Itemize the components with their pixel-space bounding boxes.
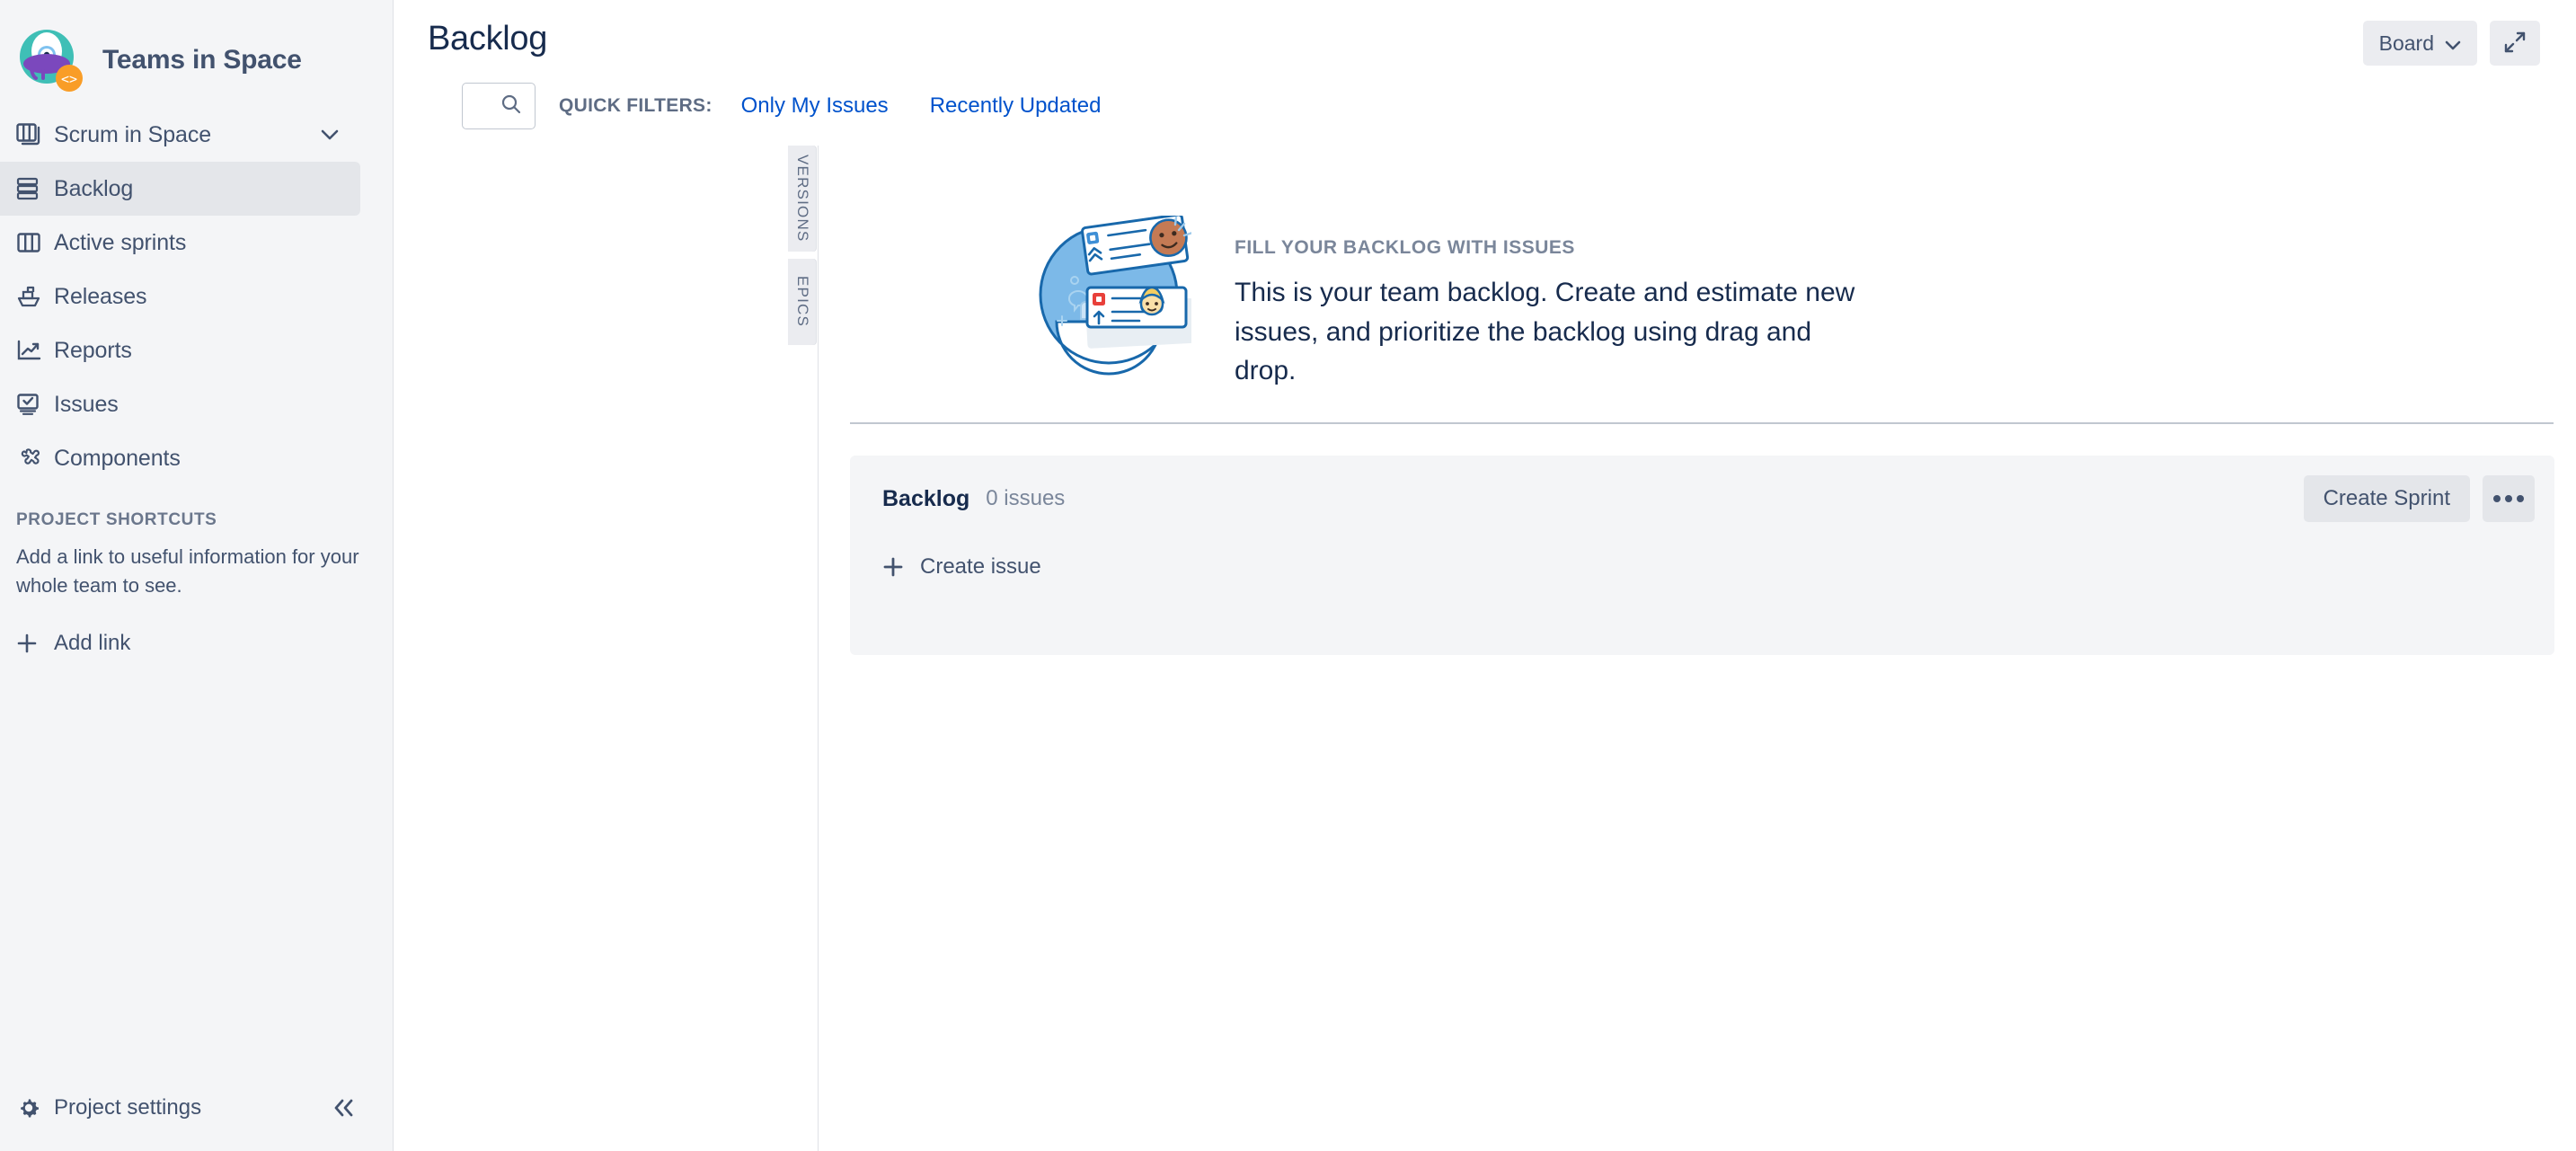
board-stack-icon (16, 122, 54, 147)
gear-icon (16, 1095, 54, 1120)
backlog-panel-title: Backlog (882, 485, 970, 511)
sidebar-item-components[interactable]: Components (0, 431, 360, 485)
tab-epics-label: EPICS (794, 276, 811, 328)
quick-filter-only-my-issues[interactable]: Only My Issues (741, 93, 889, 119)
sidebar-header: <> Teams in Space (0, 0, 393, 101)
empty-state: FILL YOUR BACKLOG WITH ISSUES This is yo… (819, 146, 2576, 391)
backlog-panel: Backlog 0 issues Create Sprint Create is… (850, 456, 2554, 655)
project-shortcuts-heading: PROJECT SHORTCUTS (16, 510, 217, 529)
sidebar-nav: Scrum in Space Backlog Active sprints Re… (0, 101, 393, 485)
board-switcher-label: Board (2378, 31, 2434, 55)
sidebar-project-switcher-label: Scrum in Space (54, 121, 212, 147)
backlog-more-menu-button[interactable] (2483, 475, 2535, 522)
project-settings-label: Project settings (54, 1095, 202, 1120)
board-switcher-button[interactable]: Board (2362, 21, 2477, 66)
chevrons-left-icon[interactable] (332, 1098, 357, 1118)
project-avatar: <> (16, 26, 84, 94)
create-issue-label: Create issue (920, 554, 1041, 579)
search-input[interactable] (462, 83, 536, 129)
backlog-issue-count: 0 issues (986, 486, 1066, 510)
backlog-cards-illustration (1030, 213, 1196, 377)
ellipsis-icon (2493, 495, 2501, 502)
add-link-button[interactable]: Add link (0, 600, 393, 656)
quick-filter-recently-updated[interactable]: Recently Updated (930, 93, 1102, 119)
header-actions: Board (2362, 21, 2540, 66)
sidebar-item-project-switcher[interactable]: Scrum in Space (0, 108, 360, 162)
tab-versions-label: VERSIONS (794, 155, 811, 243)
expand-arrows-icon (2503, 31, 2527, 57)
add-link-label: Add link (54, 630, 131, 655)
project-settings-row: Project settings (0, 1065, 393, 1151)
empty-state-text: FILL YOUR BACKLOG WITH ISSUES This is yo… (1191, 216, 1863, 391)
plus-icon (16, 633, 54, 654)
sidebar-item-label: Reports (54, 337, 132, 363)
backlog-content: FILL YOUR BACKLOG WITH ISSUES This is yo… (818, 146, 2576, 1151)
chevron-down-icon (2445, 31, 2461, 56)
columns-board-icon (16, 230, 54, 255)
plus-icon (882, 556, 904, 578)
project-shortcuts-description: Add a link to useful information for you… (16, 545, 359, 597)
chart-trend-icon (16, 338, 54, 363)
create-issue-button[interactable]: Create issue (850, 542, 2554, 592)
section-divider (850, 422, 2554, 424)
search-icon (500, 93, 522, 120)
page-header: Backlog Board QUICK FILTERS: Only My Iss… (394, 0, 2576, 129)
quick-filters-bar: QUICK FILTERS: Only My Issues Recently U… (428, 58, 2576, 129)
sidebar-item-label: Releases (54, 283, 147, 309)
sidebar-item-label: Backlog (54, 175, 134, 201)
backlog-panel-actions: Create Sprint (2303, 475, 2535, 522)
sidebar-item-label: Components (54, 445, 181, 471)
ellipsis-icon (2505, 495, 2512, 502)
backlog-panel-header: Backlog 0 issues Create Sprint (850, 456, 2554, 542)
sidebar: <> Teams in Space Scrum in Space Backlog… (0, 0, 394, 1151)
page-title: Backlog (428, 20, 548, 58)
rocket-planet-logo: <> (20, 30, 83, 92)
jira-backlog-app: <> Teams in Space Scrum in Space Backlog… (0, 0, 2576, 1151)
chevron-down-icon[interactable] (321, 129, 339, 140)
fullscreen-button[interactable] (2490, 21, 2540, 66)
sidebar-item-active-sprints[interactable]: Active sprints (0, 216, 360, 270)
puzzle-piece-icon (16, 446, 54, 471)
project-name: Teams in Space (102, 45, 302, 75)
sidebar-item-reports[interactable]: Reports (0, 323, 360, 377)
svg-text:<>: <> (61, 71, 77, 87)
tab-epics[interactable]: EPICS (788, 259, 817, 345)
empty-state-body: This is your team backlog. Create and es… (1235, 278, 1855, 385)
sidebar-item-releases[interactable]: Releases (0, 270, 360, 323)
sidebar-item-issues[interactable]: Issues (0, 377, 360, 431)
tab-versions[interactable]: VERSIONS (788, 146, 817, 252)
empty-state-kicker: FILL YOUR BACKLOG WITH ISSUES (1235, 237, 1575, 258)
side-tabs: VERSIONS EPICS (788, 146, 817, 352)
create-sprint-button[interactable]: Create Sprint (2303, 475, 2470, 522)
issues-screen-icon (16, 392, 54, 417)
ship-icon (16, 284, 54, 309)
sidebar-item-label: Active sprints (54, 229, 187, 255)
quick-filters-label: QUICK FILTERS: (559, 95, 713, 116)
backlog-icon (16, 176, 54, 201)
sidebar-item-label: Issues (54, 391, 119, 417)
ellipsis-icon (2517, 495, 2524, 502)
sidebar-item-backlog[interactable]: Backlog (0, 162, 360, 216)
main-content: Backlog Board QUICK FILTERS: Only My Iss… (394, 0, 2576, 1151)
